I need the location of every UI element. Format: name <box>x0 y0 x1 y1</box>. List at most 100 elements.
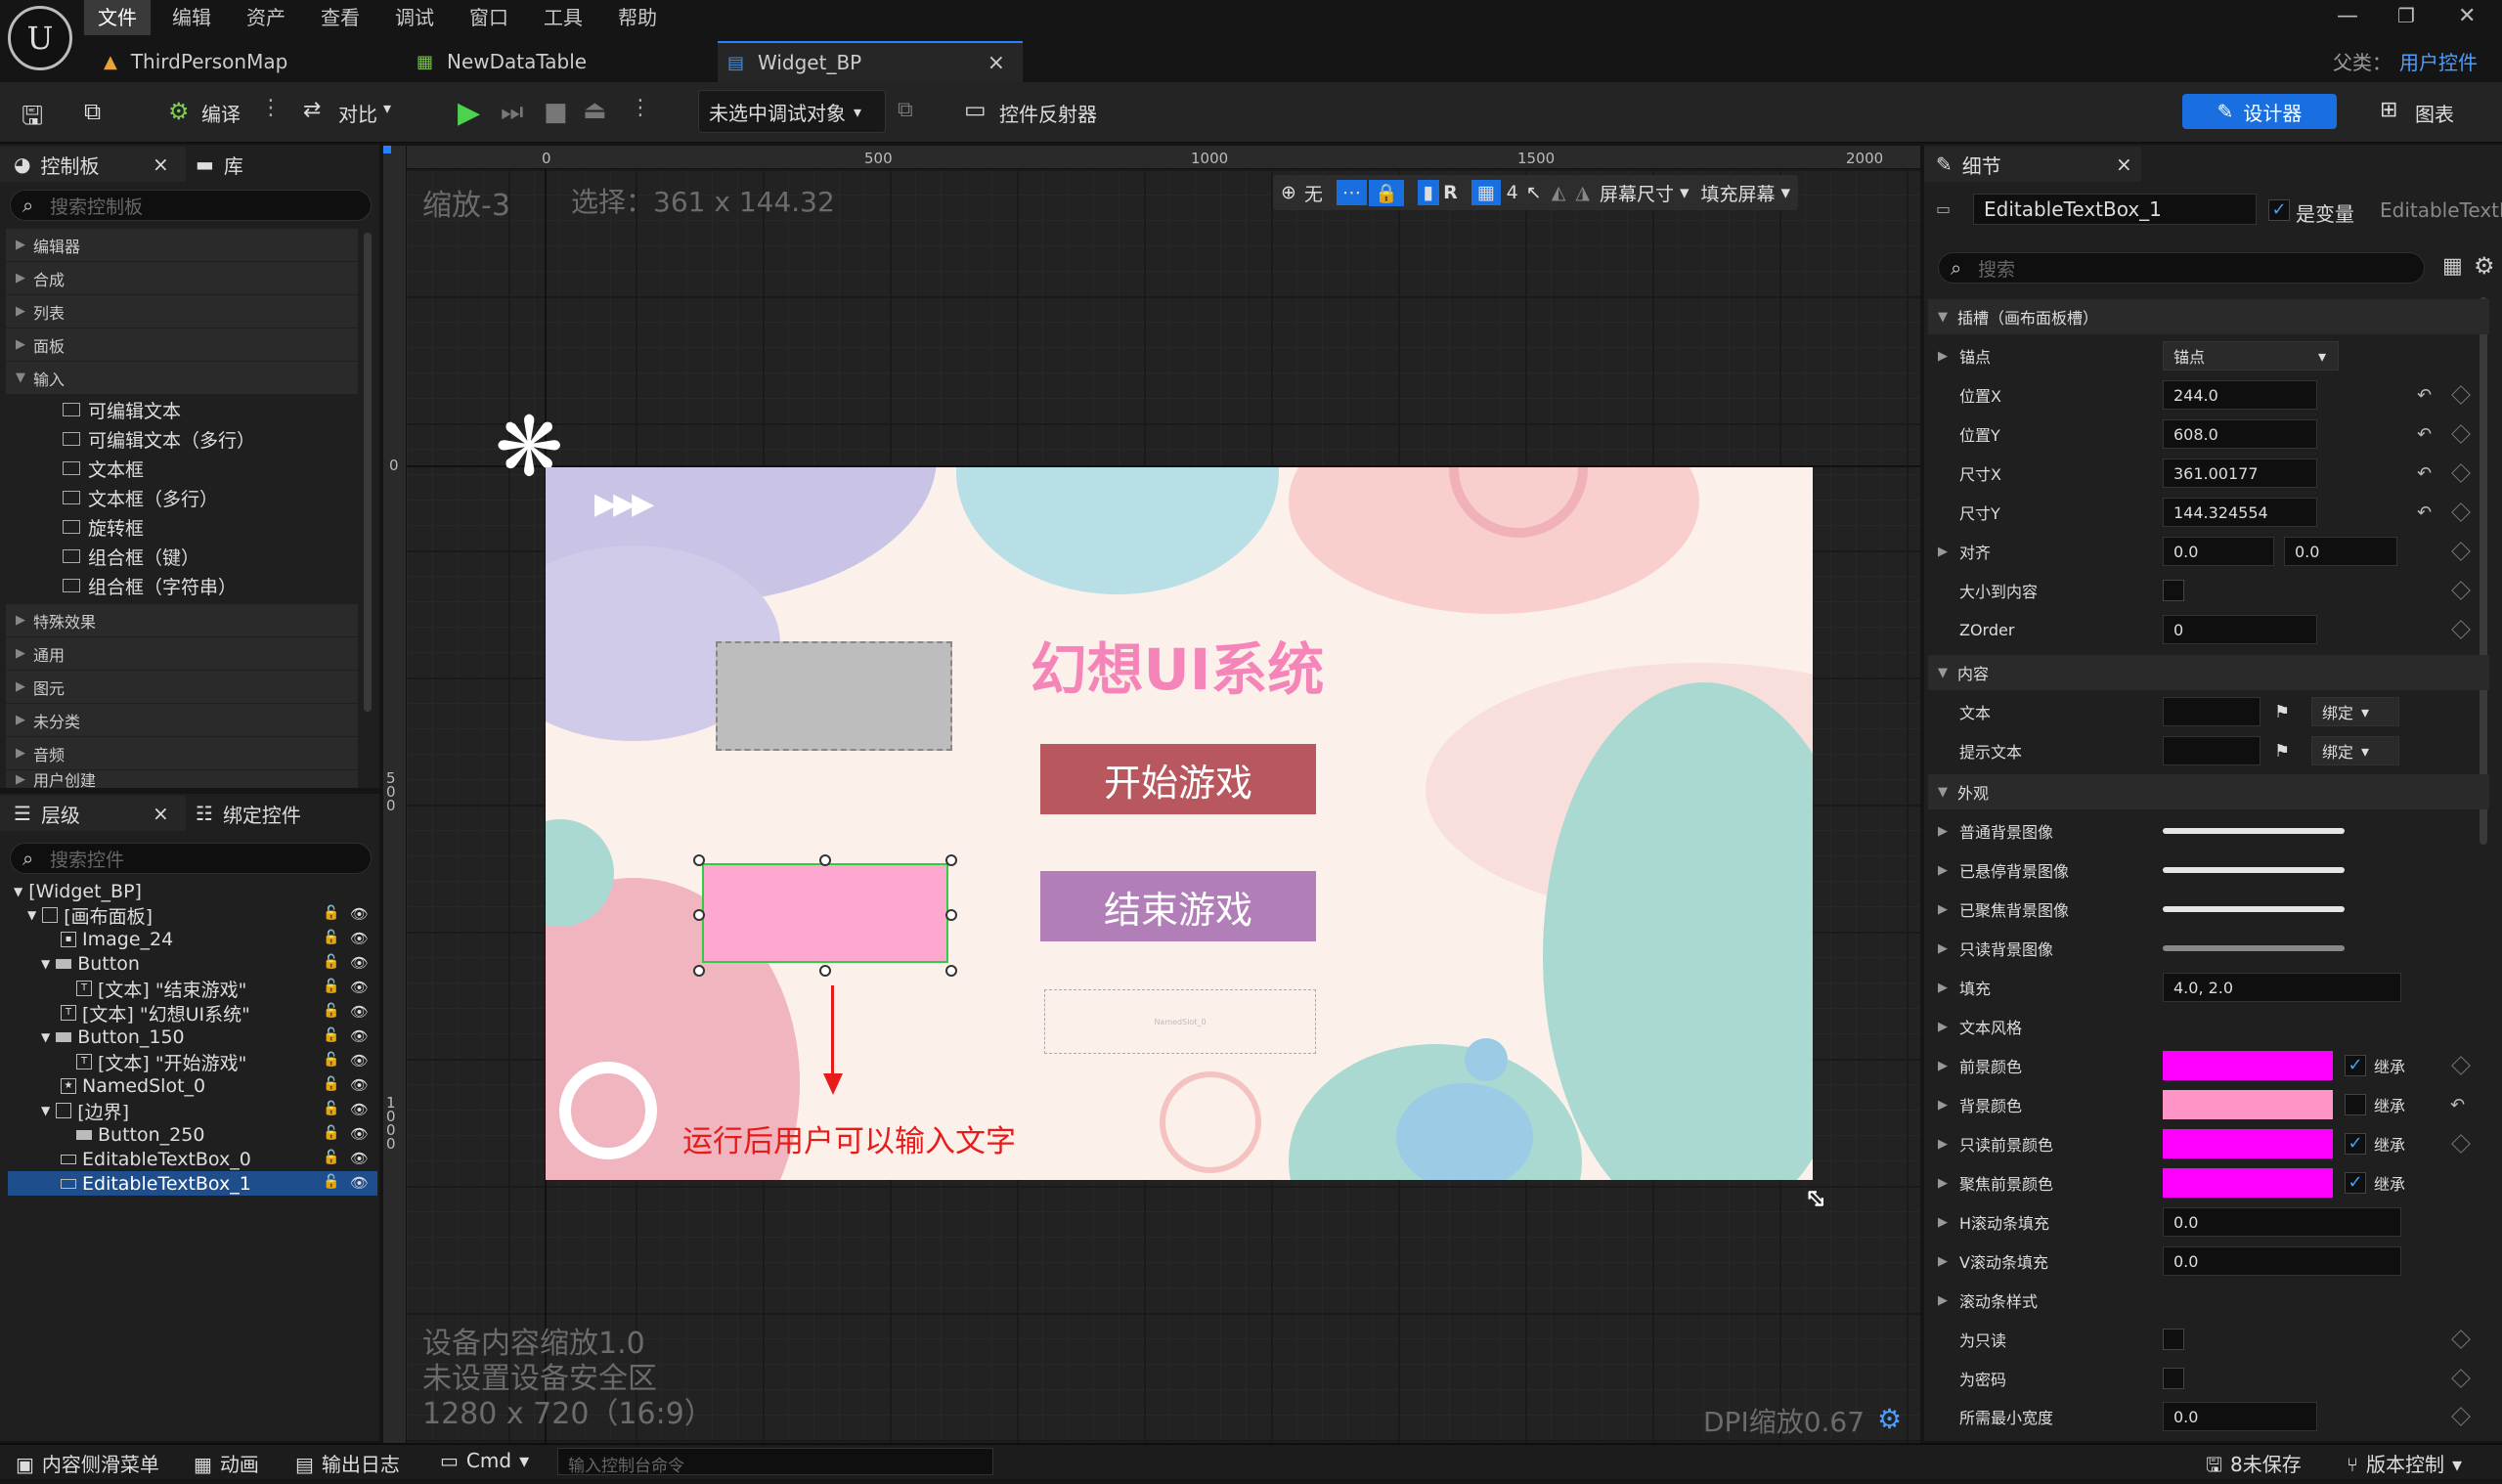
alignment-y-input[interactable]: 0.0 <box>2284 537 2397 566</box>
respect-locks-icon[interactable]: ▮ <box>1417 180 1440 205</box>
resize-handle[interactable] <box>945 854 957 866</box>
v-scroll-padding-input[interactable]: 0.0 <box>2163 1246 2401 1276</box>
keyframe-diamond-icon[interactable] <box>2451 542 2471 561</box>
hint-text-bind-dropdown[interactable]: 绑定 ▾ <box>2311 736 2399 765</box>
stop-icon[interactable]: ■ <box>544 98 568 127</box>
resize-handle[interactable] <box>693 909 705 921</box>
background-icon[interactable]: ◭ <box>1552 182 1566 203</box>
tree-item-border[interactable]: ▼ [边界] <box>41 1099 129 1123</box>
visibility-eye-icon[interactable]: 👁 <box>350 1003 369 1021</box>
size-x-input[interactable]: 361.00177 <box>2163 458 2317 488</box>
tree-item-canvas-panel[interactable]: ▼ [画布面板] <box>27 903 153 928</box>
palette-item-text-box[interactable]: 文本框 <box>63 454 144 483</box>
min-desired-width-input[interactable]: 0.0 <box>2163 1402 2317 1431</box>
visibility-eye-icon[interactable]: 👁 <box>350 1076 369 1094</box>
tree-item-editable-text-box-0[interactable]: EditableTextBox_0 <box>61 1148 251 1171</box>
keyframe-diamond-icon[interactable] <box>2451 1134 2471 1154</box>
section-slot[interactable]: ▼ 插槽（画布面板槽） <box>1928 299 2489 334</box>
reset-to-default-icon[interactable]: ↶ <box>2417 385 2432 406</box>
graph-mode-button[interactable]: 图表 <box>2415 99 2454 127</box>
menu-edit[interactable]: 编辑 <box>158 0 225 35</box>
tab-palette[interactable]: ◕ 控制板 × <box>0 147 186 182</box>
hint-text-input[interactable] <box>2163 736 2261 765</box>
designer-mode-button[interactable]: ✎ 设计器 <box>2182 94 2337 129</box>
play-options-icon[interactable]: ⋮ <box>630 96 651 120</box>
lock-icon[interactable]: 🔓 <box>323 905 339 921</box>
tab-details[interactable]: ✎ 细节 × <box>1924 147 2141 182</box>
category-input[interactable]: ▼ 输入 <box>6 362 358 394</box>
browse-icon[interactable]: ⧉ <box>84 98 101 125</box>
reset-to-default-icon[interactable]: ↶ <box>2417 463 2432 484</box>
dpi-settings-gear-icon[interactable]: ⚙ <box>1877 1403 1902 1435</box>
category-common[interactable]: ▶ 通用 <box>6 637 358 670</box>
editable-text-box-1[interactable] <box>702 863 948 963</box>
tree-item-text-end-game[interactable]: T [文本] "结束游戏" <box>76 977 246 1001</box>
widget-reflector-button[interactable]: 控件反射器 <box>999 99 1097 127</box>
palette-item-editable-text[interactable]: 可编辑文本 <box>63 395 181 424</box>
visibility-eye-icon[interactable]: 👁 <box>350 905 369 923</box>
close-tab-icon[interactable]: × <box>988 51 1005 75</box>
position-y-input[interactable]: 608.0 <box>2163 419 2317 449</box>
output-log-button[interactable]: ▤ 输出日志 <box>295 1449 400 1477</box>
resize-handle[interactable] <box>945 909 957 921</box>
source-control-button[interactable]: ⑂ 版本控制 ▾ <box>2347 1449 2462 1477</box>
category-special-effects[interactable]: ▶ 特殊效果 <box>6 604 358 636</box>
widget-name-field[interactable]: EditableTextBox_1 <box>1973 194 2257 225</box>
palette-item-editable-text-multiline[interactable]: 可编辑文本（多行） <box>63 424 255 454</box>
lock-icon[interactable]: 🔓 <box>323 1052 339 1068</box>
named-slot-0[interactable]: NamedSlot_0 <box>1044 989 1316 1054</box>
tree-item-button-150[interactable]: ▼ Button_150 <box>41 1026 185 1049</box>
h-scroll-padding-input[interactable]: 0.0 <box>2163 1207 2401 1237</box>
visibility-eye-icon[interactable]: 👁 <box>350 1150 369 1167</box>
keyframe-diamond-icon[interactable] <box>2451 1407 2471 1426</box>
resize-handle[interactable] <box>945 965 957 977</box>
readonly-foreground-color-swatch[interactable] <box>2163 1129 2333 1158</box>
alignment-x-input[interactable]: 0.0 <box>2163 537 2274 566</box>
focused-foreground-color-swatch[interactable] <box>2163 1168 2333 1198</box>
debug-browse-icon[interactable]: ⧉ <box>898 98 913 122</box>
palette-scrollbar[interactable] <box>364 233 372 712</box>
prop-scrollbar-style[interactable]: ▶ 滚动条样式 <box>1928 1281 2495 1320</box>
reset-to-default-icon[interactable]: ↶ <box>2417 502 2432 523</box>
lock-layout-icon[interactable]: 🔒 <box>1368 179 1404 206</box>
eject-icon[interactable]: ⏏ <box>583 96 607 125</box>
menu-tools[interactable]: 工具 <box>530 0 596 35</box>
size-y-input[interactable]: 144.324554 <box>2163 498 2317 527</box>
reset-to-default-icon[interactable]: ↶ <box>2417 424 2432 445</box>
reset-to-default-icon[interactable]: ↶ <box>2450 1095 2465 1115</box>
close-window-icon[interactable]: ✕ <box>2458 4 2476 28</box>
is-variable-checkbox[interactable]: ✓ <box>2268 199 2290 221</box>
is-readonly-checkbox[interactable] <box>2163 1329 2184 1350</box>
keyframe-diamond-icon[interactable] <box>2451 424 2471 444</box>
settings-gear-icon[interactable]: ⚙ <box>2474 252 2495 280</box>
minimize-icon[interactable]: — <box>2337 4 2358 28</box>
lock-icon[interactable]: 🔓 <box>323 1076 339 1092</box>
category-composite[interactable]: ▶ 合成 <box>6 262 358 294</box>
debug-target-dropdown[interactable]: 未选中调试对象 ▾ <box>698 90 886 133</box>
screen-size-dropdown[interactable]: 屏幕尺寸 <box>1600 180 1674 206</box>
lock-icon[interactable]: 🔓 <box>323 1150 339 1165</box>
console-command-input[interactable]: 输入控制台命令 <box>557 1448 993 1476</box>
inherit-checkbox[interactable]: ✓ <box>2345 1172 2366 1194</box>
menu-assets[interactable]: 资产 <box>233 0 299 35</box>
tree-item-image-24[interactable]: ▪ Image_24 <box>61 928 173 951</box>
inherit-checkbox[interactable]: ✓ <box>2345 1055 2366 1076</box>
grid-size[interactable]: 4 <box>1507 182 1518 203</box>
resize-handle[interactable] <box>693 854 705 866</box>
lock-icon[interactable]: 🔓 <box>323 979 339 994</box>
keyframe-diamond-icon[interactable] <box>2451 1369 2471 1388</box>
category-panels[interactable]: ▶ 面板 <box>6 328 358 361</box>
animation-button[interactable]: ▦ 动画 <box>194 1449 259 1477</box>
tree-item-button[interactable]: ▼ Button <box>41 952 140 976</box>
compile-button[interactable]: 编译 <box>201 99 241 127</box>
keyframe-diamond-icon[interactable] <box>2451 463 2471 483</box>
category-primitive[interactable]: ▶ 图元 <box>6 671 358 703</box>
compile-options-icon[interactable]: ⋮ <box>260 96 282 120</box>
keyframe-diamond-icon[interactable] <box>2451 1330 2471 1349</box>
visibility-eye-icon[interactable]: 👁 <box>350 1174 369 1192</box>
position-x-input[interactable]: 244.0 <box>2163 380 2317 410</box>
cursor-icon[interactable]: ↖ <box>1526 182 1542 203</box>
lock-icon[interactable]: 🔓 <box>323 1174 339 1190</box>
fill-screen-dropdown[interactable]: 填充屏幕 <box>1701 180 1776 206</box>
text-input[interactable] <box>2163 697 2261 726</box>
